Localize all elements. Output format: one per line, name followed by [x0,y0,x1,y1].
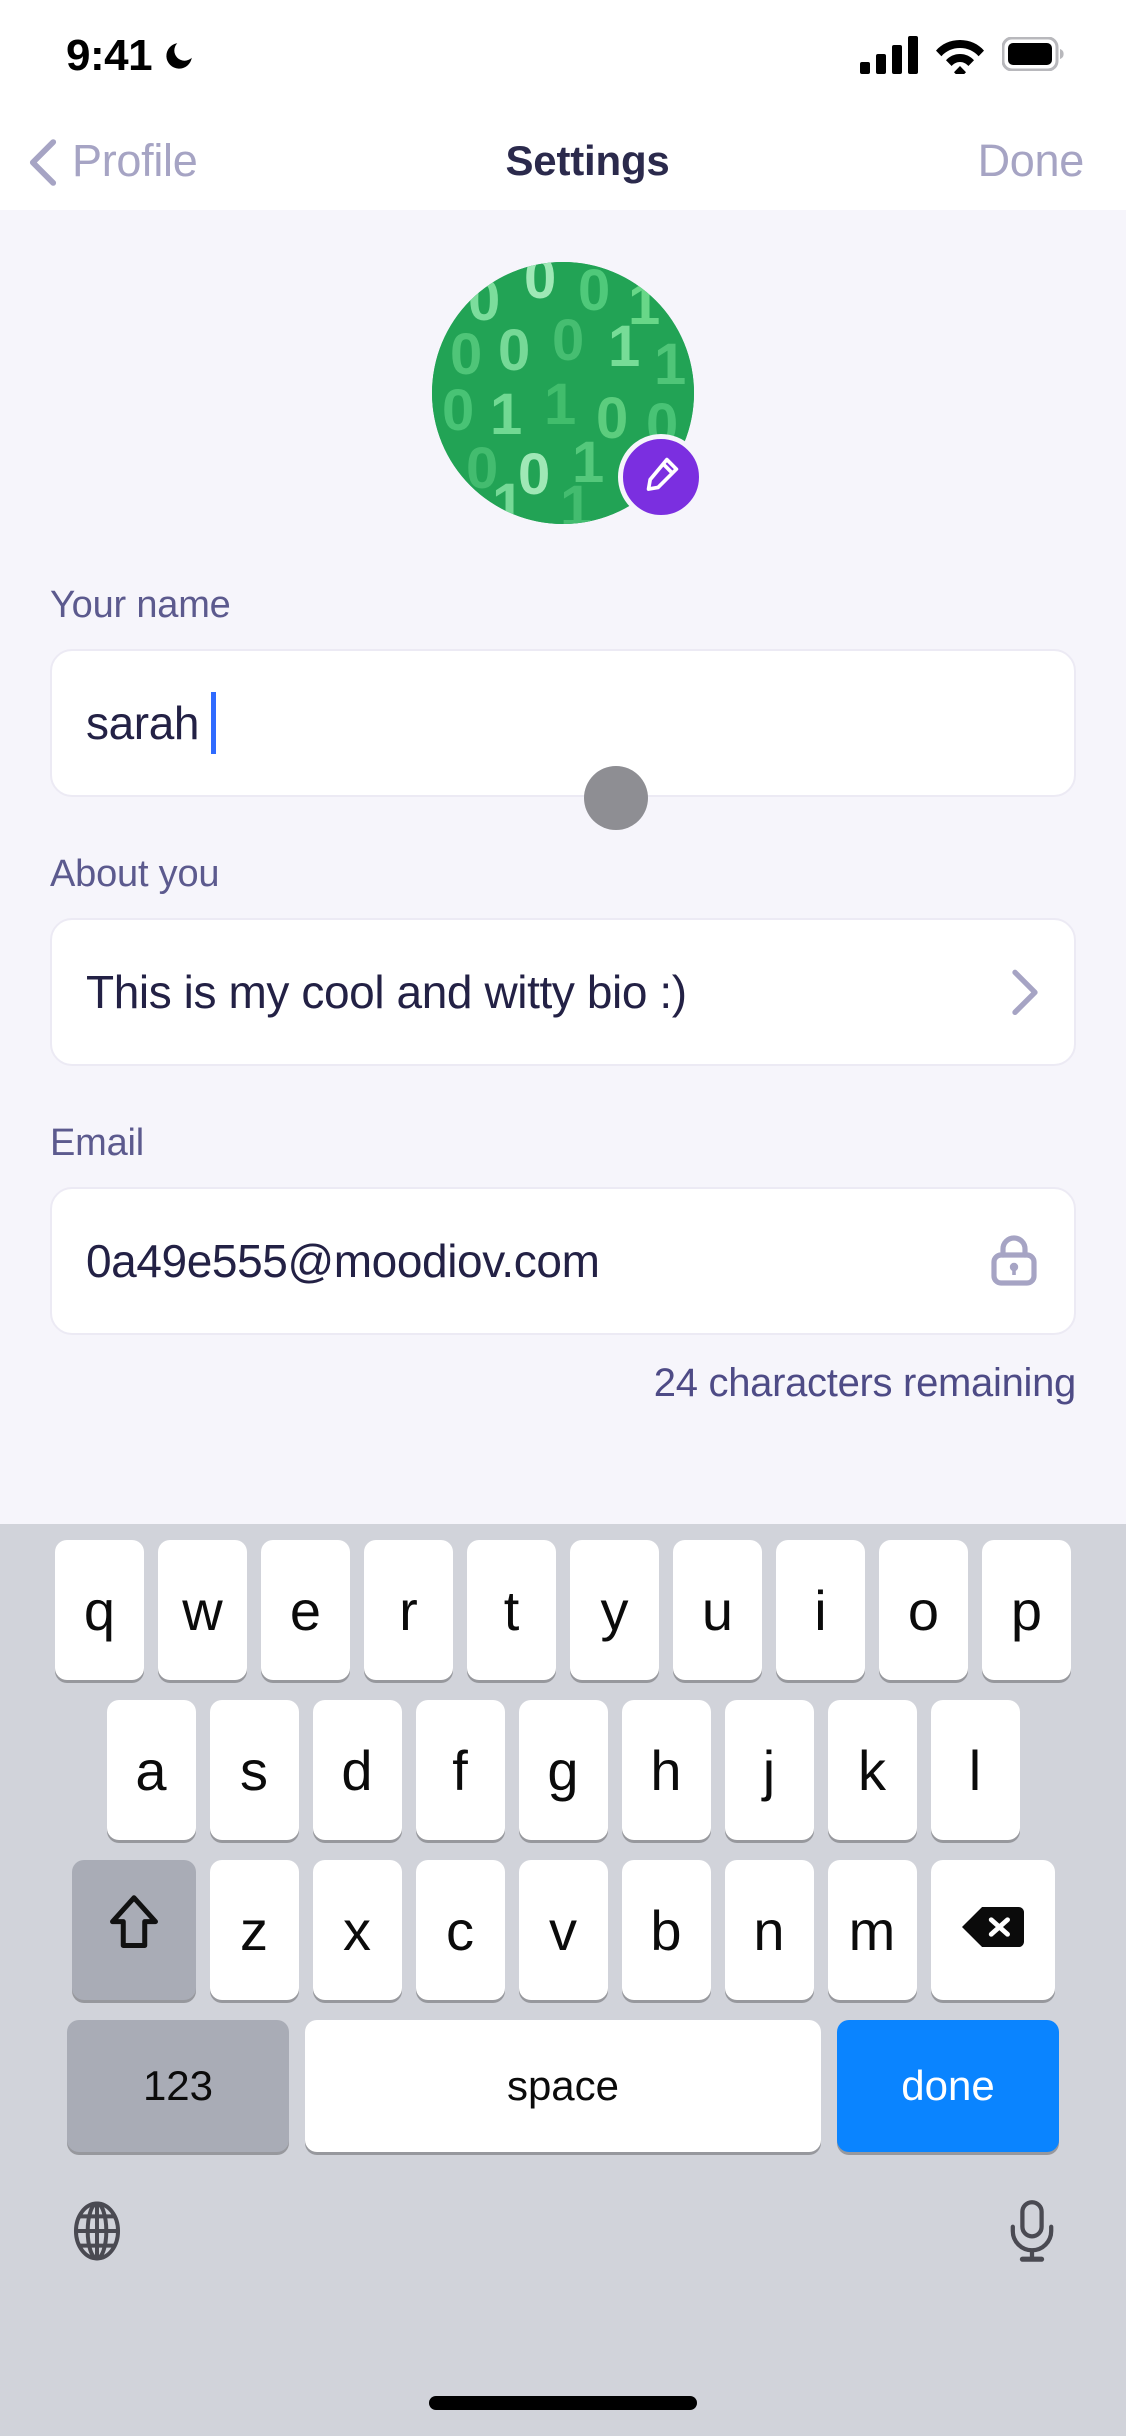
lock-icon [988,1233,1040,1289]
key-d[interactable]: d [312,1700,402,1840]
numbers-key[interactable]: 123 [67,2020,289,2152]
name-field-group: Your name sarah [50,584,1076,797]
status-bar: 9:41 [0,0,1126,112]
key-m[interactable]: m [827,1860,917,2000]
key-j[interactable]: j [724,1700,814,1840]
space-key[interactable]: space [305,2020,821,2152]
svg-text:1: 1 [560,474,592,524]
svg-text:0: 0 [524,262,556,311]
key-r[interactable]: r [364,1540,453,1680]
wifi-icon [934,34,986,79]
key-h[interactable]: h [621,1700,711,1840]
key-n[interactable]: n [724,1860,814,2000]
on-screen-keyboard: q w e r t y u i o p a s d f g h j k l z … [0,1524,1126,2436]
bio-field-label: About you [50,853,220,895]
key-k[interactable]: k [827,1700,917,1840]
key-x[interactable]: x [312,1860,402,2000]
email-field-label: Email [50,1122,145,1164]
svg-text:1: 1 [608,314,640,379]
settings-form: Your name sarah About you This is my coo… [0,584,1126,1406]
name-input[interactable]: sarah [50,649,1076,797]
svg-text:1: 1 [544,372,576,437]
key-f[interactable]: f [415,1700,505,1840]
keyboard-done-key[interactable]: done [837,2020,1059,2152]
key-u[interactable]: u [673,1540,762,1680]
avatar-container: 0 0 0 1 0 0 0 1 1 0 1 1 0 0 0 0 1 1 1 [432,262,704,524]
moon-icon [162,39,196,73]
bio-input[interactable]: This is my cool and witty bio :) [50,918,1076,1066]
edit-avatar-button[interactable] [618,434,704,520]
svg-text:0: 0 [442,378,474,443]
key-q[interactable]: q [55,1540,144,1680]
cellular-signal-icon [860,34,918,79]
key-p[interactable]: p [982,1540,1071,1680]
pencil-icon [639,453,683,502]
backspace-icon [961,1898,1024,1963]
key-o[interactable]: o [879,1540,968,1680]
navigation-bar: Profile Settings Done [0,112,1126,210]
key-e[interactable]: e [261,1540,350,1680]
status-bar-right [860,34,1064,79]
svg-text:0: 0 [552,308,584,373]
keyboard-row-1: q w e r t y u i o p [0,1540,1126,1680]
key-i[interactable]: i [776,1540,865,1680]
key-c[interactable]: c [415,1860,505,2000]
keyboard-row-3: z x c v b n m [0,1860,1126,2000]
keyboard-row-4: 123 space done [0,2020,1126,2152]
key-t[interactable]: t [467,1540,556,1680]
name-field-label: Your name [50,584,231,626]
home-indicator [429,2396,697,2410]
email-input-value: 0a49e555@moodiov.com [86,1235,600,1287]
bio-input-value: This is my cool and witty bio :) [86,966,687,1018]
key-s[interactable]: s [209,1700,299,1840]
key-y[interactable]: y [570,1540,659,1680]
back-button[interactable]: Profile [26,135,198,187]
name-input-value: sarah [86,697,200,749]
done-button[interactable]: Done [978,135,1085,187]
back-button-label: Profile [72,135,198,186]
email-input[interactable]: 0a49e555@moodiov.com [50,1187,1076,1335]
key-v[interactable]: v [518,1860,608,2000]
key-z[interactable]: z [209,1860,299,2000]
globe-icon[interactable] [66,2200,128,2267]
svg-text:1: 1 [492,472,524,524]
shift-arrow-icon [105,1893,163,1968]
key-b[interactable]: b [621,1860,711,2000]
key-a[interactable]: a [106,1700,196,1840]
status-bar-time: 9:41 [66,31,153,80]
key-w[interactable]: w [158,1540,247,1680]
svg-text:1: 1 [654,332,686,397]
key-g[interactable]: g [518,1700,608,1840]
bio-field-group: About you This is my cool and witty bio … [50,853,1076,1066]
svg-text:0: 0 [498,318,530,383]
chevron-left-icon [26,137,60,186]
battery-icon [1001,36,1064,76]
touch-indicator [584,766,648,830]
shift-key[interactable] [71,1860,196,2000]
backspace-key[interactable] [930,1860,1055,2000]
email-characters-remaining: 24 characters remaining [653,1361,1077,1405]
keyboard-bottom-bar [0,2164,1126,2284]
text-caret [211,692,217,754]
status-bar-left: 9:41 [66,31,196,81]
phone-screen: 9:41 Profile Settings Done 0 0 0 1 0 0 0… [0,0,1126,2436]
page-title: Settings [505,137,670,184]
microphone-icon[interactable] [1004,2199,1060,2268]
keyboard-row-2: a s d f g h j k l [0,1700,1126,1840]
chevron-right-icon [1010,969,1040,1015]
email-field-group: Email 0a49e555@moodiov.com 24 characters… [50,1122,1076,1406]
key-l[interactable]: l [930,1700,1020,1840]
